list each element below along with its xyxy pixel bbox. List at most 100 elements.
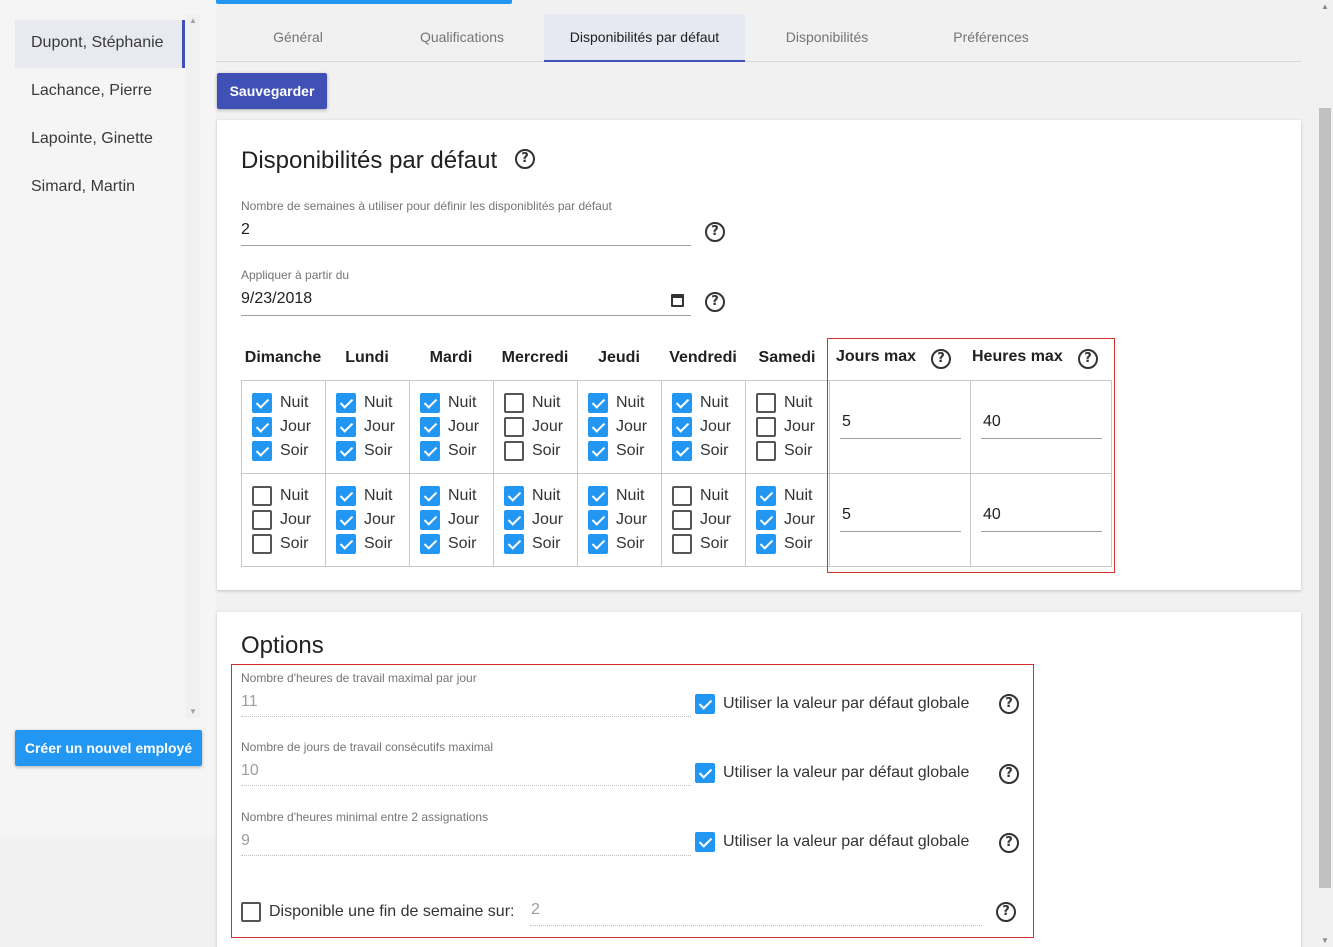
shift-checkbox[interactable]: Nuit (672, 391, 745, 415)
checkbox-checked-icon[interactable] (588, 417, 608, 437)
checkbox-checked-icon[interactable] (504, 486, 524, 506)
shift-checkbox[interactable]: Soir (420, 439, 493, 463)
checkbox-checked-icon[interactable] (420, 486, 440, 506)
tab-general[interactable]: Général (216, 14, 380, 62)
checkbox-checked-icon[interactable] (336, 486, 356, 506)
employee-list-scrollbar[interactable]: ▲ ▼ (186, 14, 200, 718)
shift-checkbox[interactable]: Soir (588, 439, 661, 463)
scroll-down-arrow-icon[interactable]: ▼ (1317, 936, 1333, 945)
shift-checkbox[interactable]: Nuit (252, 391, 325, 415)
checkbox-checked-icon[interactable] (420, 534, 440, 554)
shift-checkbox[interactable]: Soir (756, 439, 829, 463)
shift-checkbox[interactable]: Jour (672, 415, 745, 439)
shift-checkbox[interactable]: Soir (504, 439, 577, 463)
shift-checkbox[interactable]: Jour (252, 508, 325, 532)
checkbox-unchecked-icon[interactable] (252, 486, 272, 506)
checkbox-checked-icon[interactable] (336, 393, 356, 413)
checkbox-checked-icon[interactable] (588, 441, 608, 461)
checkbox-checked-icon[interactable] (252, 441, 272, 461)
employee-item[interactable]: Dupont, Stéphanie (15, 20, 185, 68)
shift-checkbox[interactable]: Soir (252, 439, 325, 463)
checkbox-checked-icon[interactable] (588, 510, 608, 530)
calendar-icon[interactable] (671, 294, 684, 307)
shift-checkbox[interactable]: Nuit (504, 391, 577, 415)
help-icon[interactable]: ? (705, 292, 725, 312)
checkbox-unchecked-icon[interactable] (252, 534, 272, 554)
shift-checkbox[interactable]: Jour (756, 508, 829, 532)
scroll-up-arrow-icon[interactable]: ▲ (186, 16, 200, 25)
scrollbar-thumb[interactable] (1319, 108, 1331, 888)
shift-checkbox[interactable]: Nuit (504, 484, 577, 508)
scroll-down-arrow-icon[interactable]: ▼ (186, 707, 200, 716)
shift-checkbox[interactable]: Jour (504, 415, 577, 439)
shift-checkbox[interactable]: Jour (420, 415, 493, 439)
tab-availability[interactable]: Disponibilités (745, 14, 909, 62)
shift-checkbox[interactable]: Soir (336, 439, 409, 463)
shift-checkbox[interactable]: Nuit (756, 484, 829, 508)
checkbox-checked-icon[interactable] (252, 417, 272, 437)
shift-checkbox[interactable]: Soir (336, 532, 409, 556)
shift-checkbox[interactable]: Soir (672, 532, 745, 556)
save-button[interactable]: Sauvegarder (217, 73, 327, 109)
checkbox-checked-icon[interactable] (336, 510, 356, 530)
tab-qualifications[interactable]: Qualifications (380, 14, 544, 62)
scroll-up-arrow-icon[interactable]: ▲ (1317, 2, 1333, 11)
shift-checkbox[interactable]: Soir (672, 439, 745, 463)
weeks-input[interactable]: 2 (241, 221, 250, 239)
shift-checkbox[interactable]: Jour (504, 508, 577, 532)
checkbox-checked-icon[interactable] (420, 441, 440, 461)
employee-item[interactable]: Simard, Martin (15, 164, 185, 212)
shift-checkbox[interactable]: Soir (252, 532, 325, 556)
shift-checkbox[interactable]: Jour (588, 415, 661, 439)
checkbox-checked-icon[interactable] (756, 510, 776, 530)
help-icon[interactable]: ? (515, 149, 535, 169)
checkbox-checked-icon[interactable] (336, 441, 356, 461)
shift-checkbox[interactable]: Jour (252, 415, 325, 439)
shift-checkbox[interactable]: Nuit (252, 484, 325, 508)
checkbox-unchecked-icon[interactable] (504, 441, 524, 461)
shift-checkbox[interactable]: Soir (504, 532, 577, 556)
checkbox-checked-icon[interactable] (336, 417, 356, 437)
checkbox-checked-icon[interactable] (420, 393, 440, 413)
checkbox-checked-icon[interactable] (420, 417, 440, 437)
tab-preferences[interactable]: Préférences (909, 14, 1073, 62)
shift-checkbox[interactable]: Nuit (588, 484, 661, 508)
checkbox-unchecked-icon[interactable] (672, 486, 692, 506)
tab-default-availability[interactable]: Disponibilités par défaut (544, 14, 745, 62)
checkbox-unchecked-icon[interactable] (672, 510, 692, 530)
checkbox-checked-icon[interactable] (336, 534, 356, 554)
checkbox-checked-icon[interactable] (420, 510, 440, 530)
shift-checkbox[interactable]: Jour (588, 508, 661, 532)
checkbox-unchecked-icon[interactable] (672, 534, 692, 554)
shift-checkbox[interactable]: Nuit (336, 484, 409, 508)
apply-date-input[interactable]: 9/23/2018 (241, 290, 312, 308)
help-icon[interactable]: ? (705, 222, 725, 242)
shift-checkbox[interactable]: Jour (336, 508, 409, 532)
checkbox-unchecked-icon[interactable] (504, 393, 524, 413)
checkbox-checked-icon[interactable] (588, 534, 608, 554)
shift-checkbox[interactable]: Soir (588, 532, 661, 556)
checkbox-unchecked-icon[interactable] (504, 417, 524, 437)
shift-checkbox[interactable]: Nuit (588, 391, 661, 415)
shift-checkbox[interactable]: Jour (420, 508, 493, 532)
checkbox-checked-icon[interactable] (588, 486, 608, 506)
shift-checkbox[interactable]: Nuit (756, 391, 829, 415)
page-scrollbar[interactable]: ▲ ▼ (1317, 0, 1333, 947)
checkbox-checked-icon[interactable] (672, 417, 692, 437)
checkbox-checked-icon[interactable] (252, 393, 272, 413)
shift-checkbox[interactable]: Jour (756, 415, 829, 439)
create-employee-button[interactable]: Créer un nouvel employé (15, 730, 202, 766)
shift-checkbox[interactable]: Jour (336, 415, 409, 439)
checkbox-checked-icon[interactable] (504, 510, 524, 530)
checkbox-checked-icon[interactable] (756, 486, 776, 506)
shift-checkbox[interactable]: Jour (672, 508, 745, 532)
checkbox-unchecked-icon[interactable] (756, 393, 776, 413)
checkbox-checked-icon[interactable] (504, 534, 524, 554)
shift-checkbox[interactable]: Nuit (420, 391, 493, 415)
shift-checkbox[interactable]: Soir (420, 532, 493, 556)
shift-checkbox[interactable]: Soir (756, 532, 829, 556)
shift-checkbox[interactable]: Nuit (420, 484, 493, 508)
checkbox-checked-icon[interactable] (756, 534, 776, 554)
employee-item[interactable]: Lapointe, Ginette (15, 116, 185, 164)
checkbox-checked-icon[interactable] (588, 393, 608, 413)
